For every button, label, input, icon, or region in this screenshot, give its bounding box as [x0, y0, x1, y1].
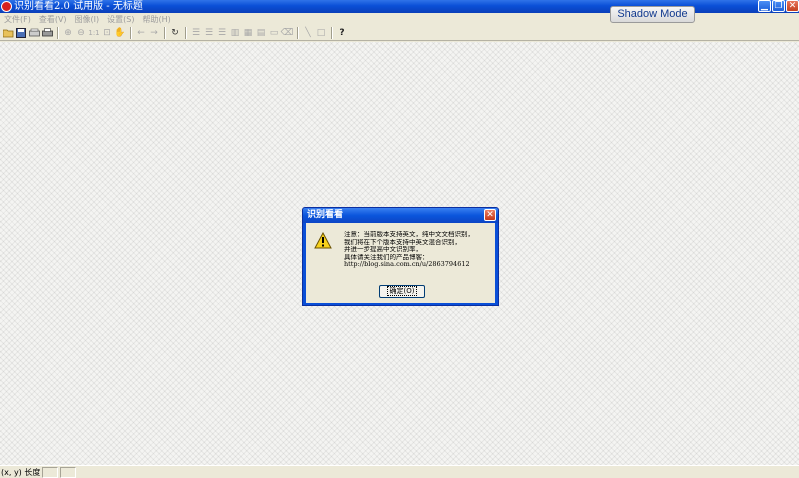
menu-file[interactable]: 文件(F): [0, 13, 35, 26]
menu-view[interactable]: 查看(V): [35, 13, 71, 26]
menu-help[interactable]: 帮助(H): [139, 13, 175, 26]
window-title: 识别看看2.0 试用版 - 无标题: [14, 1, 143, 12]
fit-icon[interactable]: ⊡: [101, 27, 113, 39]
save-icon[interactable]: [15, 27, 27, 39]
align-right-icon[interactable]: ☰: [216, 27, 228, 39]
status-bar: (x, y) 长度: [0, 465, 799, 478]
menu-settings[interactable]: 设置(S): [103, 13, 138, 26]
rectangle-icon[interactable]: □: [315, 27, 327, 39]
image-left-icon[interactable]: ▥: [229, 27, 241, 39]
restore-icon[interactable]: ❐: [772, 0, 785, 12]
message-line: 并进一步提高中文识别率，: [344, 246, 422, 253]
align-center-icon[interactable]: ☰: [203, 27, 215, 39]
back-icon[interactable]: ←: [135, 27, 147, 39]
ok-button-label: 确定(O): [386, 286, 418, 296]
hand-icon[interactable]: ✋: [114, 27, 126, 39]
warning-icon: [314, 232, 332, 249]
erase-icon[interactable]: ⌫: [281, 27, 294, 39]
shadow-mode-badge: Shadow Mode: [610, 6, 695, 23]
toolbar-separator: [164, 27, 166, 39]
dialog-message: 注意：当前版本支持英文，纯中文文档识别， 我们将在下个版本支持中英文混合识别， …: [344, 231, 494, 269]
status-cell: [60, 466, 77, 478]
message-line: 我们将在下个版本支持中英文混合识别，: [344, 238, 461, 246]
blog-url: http://blog.sina.com.cn/u/2863794612: [344, 261, 470, 268]
toolbar-separator: [297, 27, 299, 39]
status-coordinates: (x, y) 长度: [1, 467, 41, 477]
close-icon[interactable]: ✕: [786, 0, 799, 12]
warning-dialog: 识别看看 ✕ 注意：当前版本支持英文，纯中文文档识别， 我们将在下个版本支持中英…: [302, 207, 499, 306]
zoom-in-icon[interactable]: ⊕: [62, 27, 74, 39]
toolbar-separator: [130, 27, 132, 39]
message-line: 具体请关注我们的产品博客：: [344, 253, 429, 261]
toolbar-separator: [331, 27, 333, 39]
dialog-title: 识别看看: [307, 210, 344, 220]
open-icon[interactable]: [2, 27, 14, 39]
image-right-icon[interactable]: ▤: [255, 27, 267, 39]
status-cell: [42, 466, 59, 478]
minimize-icon[interactable]: ▁: [758, 0, 771, 12]
toolbar-separator: [57, 27, 59, 39]
app-icon: [1, 1, 12, 12]
toolbar-separator: [185, 27, 187, 39]
line-icon[interactable]: ╲: [302, 27, 314, 39]
ok-button[interactable]: 确定(O): [379, 285, 425, 298]
actual-size-icon[interactable]: 1:1: [88, 27, 100, 39]
dialog-close-icon[interactable]: ✕: [484, 209, 496, 221]
menu-image[interactable]: 图像(I): [71, 13, 104, 26]
print-icon[interactable]: [41, 27, 53, 39]
message-line: 注意：当前版本支持英文，纯中文文档识别，: [344, 231, 474, 238]
help-icon[interactable]: ?: [336, 27, 348, 39]
zoom-out-icon[interactable]: ⊖: [75, 27, 87, 39]
align-left-icon[interactable]: ☰: [190, 27, 202, 39]
image-both-icon[interactable]: ▦: [242, 27, 254, 39]
frame-icon[interactable]: ▭: [268, 27, 280, 39]
forward-icon[interactable]: →: [148, 27, 160, 39]
rotate-icon[interactable]: ↻: [169, 27, 181, 39]
toolbar: ⊕ ⊖ 1:1 ⊡ ✋ ← → ↻ ☰ ☰ ☰ ▥ ▦ ▤ ▭ ⌫ ╲ □ ?: [0, 26, 799, 41]
dialog-titlebar[interactable]: 识别看看 ✕: [303, 208, 498, 223]
window-controls: ▁ ❐ ✕: [758, 0, 799, 13]
dialog-body: 注意：当前版本支持英文，纯中文文档识别， 我们将在下个版本支持中英文混合识别， …: [306, 223, 495, 303]
scan-icon[interactable]: [28, 27, 40, 39]
